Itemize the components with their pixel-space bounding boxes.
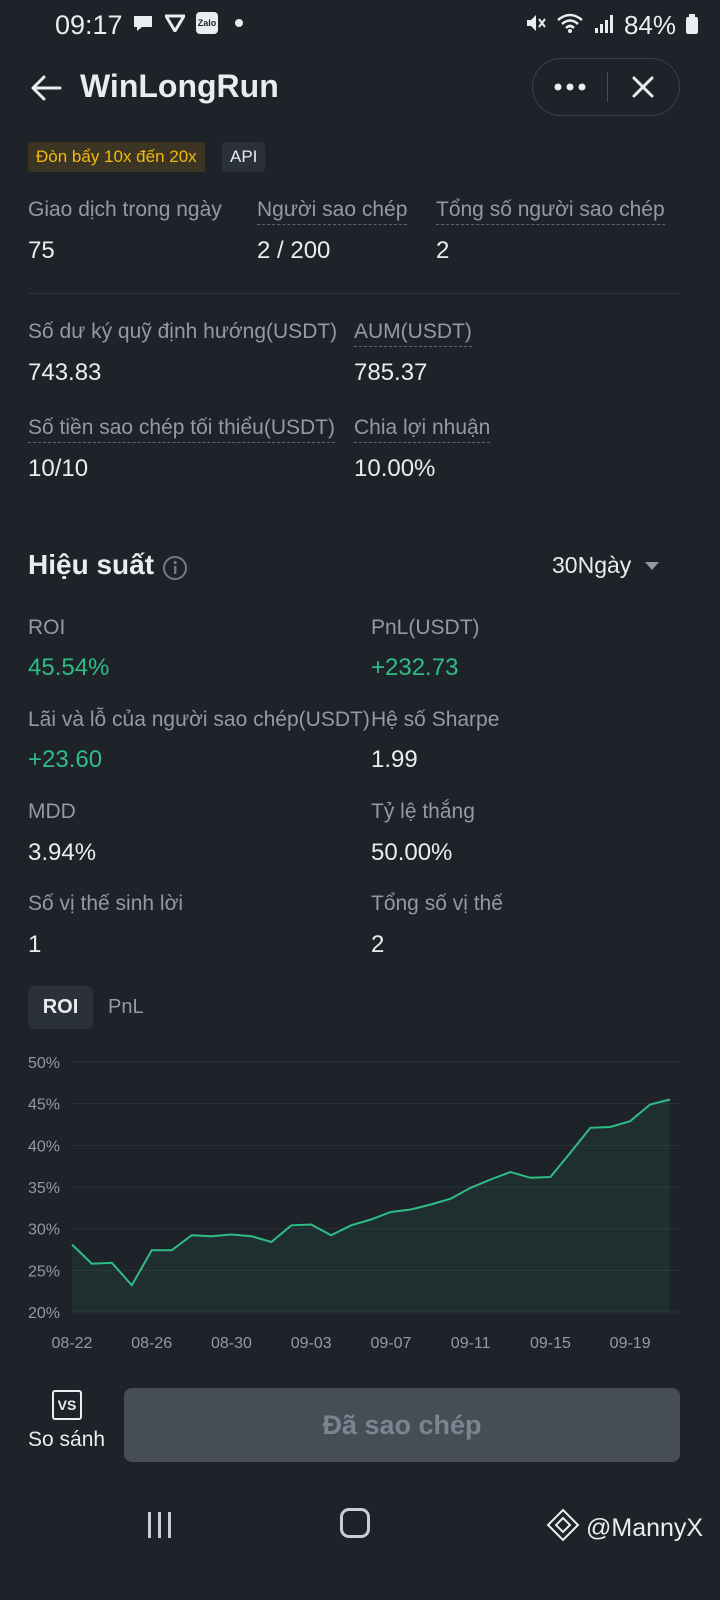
metric-value-win-rate: 50.00%	[371, 839, 453, 866]
tab-roi[interactable]: ROI	[28, 986, 93, 1029]
metric-value-mdd: 3.94%	[28, 839, 97, 866]
status-right: 84%	[524, 10, 698, 41]
stat-value-min-copy: 10/10	[28, 455, 89, 482]
y-tick-label: 30%	[28, 1222, 60, 1239]
stat-label-min-copy[interactable]: Số tiền sao chép tối thiểu(USDT)	[28, 416, 335, 443]
notification-icons: Zalo	[132, 12, 250, 34]
stat-label-copiers[interactable]: Người sao chép	[257, 198, 408, 225]
chevron-down-icon	[645, 561, 660, 570]
chat-icon	[132, 12, 154, 34]
metric-label-roi: ROI	[28, 616, 66, 639]
compare-button[interactable]: VS So sánh	[28, 1390, 108, 1452]
stat-value-daily-trades: 75	[28, 237, 55, 264]
api-badge: API	[222, 142, 266, 172]
y-tick-label: 25%	[28, 1263, 60, 1280]
roi-chart: 20% 25% 30% 35% 40% 45% 50% 08-22 08-26 08-30 09-0…	[28, 1055, 680, 1352]
wifi-icon	[556, 10, 584, 41]
binance-logo-icon	[546, 1508, 580, 1549]
stat-value-copiers: 2 / 200	[257, 237, 331, 264]
page-title: WinLongRun	[80, 68, 279, 104]
x-tick-label: 08-26	[131, 1335, 172, 1352]
x-tick-label: 09-03	[291, 1335, 332, 1352]
vpn-icon	[164, 12, 186, 34]
status-time: 09:17	[55, 10, 123, 40]
dot-icon	[228, 12, 250, 34]
y-tick-label: 35%	[28, 1180, 60, 1197]
metric-label-copier-pnl: Lãi và lỗ của người sao chép(USDT)	[28, 708, 370, 731]
metric-label-win-rate: Tỷ lệ thắng	[371, 800, 475, 823]
y-tick-label: 45%	[28, 1097, 60, 1114]
roi-area	[72, 1099, 670, 1312]
metric-label-total-positions: Tổng số vị thế	[371, 892, 503, 915]
y-tick-label: 20%	[28, 1305, 60, 1322]
x-tick-label: 09-07	[370, 1335, 411, 1352]
stat-value-profit-share: 10.00%	[354, 455, 436, 482]
close-icon[interactable]	[608, 59, 680, 115]
stat-value-total-copiers: 2	[436, 237, 450, 264]
stat-value-margin-balance: 743.83	[28, 359, 102, 386]
stat-value-aum: 785.37	[354, 359, 428, 386]
info-icon[interactable]	[162, 555, 188, 581]
watermark: @MannyX	[546, 1508, 703, 1549]
battery-icon	[686, 10, 698, 41]
x-tick-label: 09-15	[530, 1335, 571, 1352]
metric-value-roi: 45.54%	[28, 654, 110, 681]
mute-icon	[524, 10, 546, 41]
y-tick-label: 40%	[28, 1138, 60, 1155]
stat-label-aum[interactable]: AUM(USDT)	[354, 320, 472, 347]
zalo-icon: Zalo	[196, 12, 218, 34]
metric-value-sharpe: 1.99	[371, 746, 418, 773]
period-value: 30Ngày	[552, 552, 632, 578]
more-icon[interactable]	[533, 59, 607, 115]
divider	[28, 293, 680, 294]
copied-button[interactable]: Đã sao chép	[124, 1388, 680, 1462]
back-arrow-icon[interactable]	[28, 70, 64, 106]
home-icon[interactable]	[340, 1508, 370, 1538]
y-tick-label: 50%	[28, 1055, 60, 1072]
metric-value-profitable-positions: 1	[28, 931, 42, 958]
recents-icon[interactable]	[145, 1510, 175, 1545]
stat-label-profit-share[interactable]: Chia lợi nhuận	[354, 416, 491, 443]
performance-title: Hiệu suất	[28, 549, 155, 580]
metric-label-profitable-positions: Số vị thế sinh lời	[28, 892, 184, 915]
stat-label-daily-trades: Giao dịch trong ngày	[28, 198, 222, 221]
period-select[interactable]: 30Ngày	[552, 552, 660, 579]
metric-value-total-positions: 2	[371, 931, 385, 958]
x-tick-label: 08-22	[52, 1335, 93, 1352]
stat-label-total-copiers[interactable]: Tổng số người sao chép	[436, 198, 665, 225]
header-actions	[532, 58, 680, 116]
x-tick-label: 09-11	[451, 1335, 491, 1352]
metric-label-pnl: PnL(USDT)	[371, 616, 480, 639]
metric-value-pnl: +232.73	[371, 654, 459, 681]
vs-icon: VS	[52, 1390, 82, 1420]
x-tick-label: 09-19	[610, 1335, 651, 1352]
metric-label-mdd: MDD	[28, 800, 76, 823]
compare-label: So sánh	[28, 1428, 106, 1451]
stat-label-margin-balance: Số dư ký quỹ định hướng(USDT)	[28, 320, 338, 343]
signal-icon	[594, 10, 614, 41]
x-tick-label: 08-30	[211, 1335, 252, 1352]
metric-value-copier-pnl: +23.60	[28, 746, 103, 773]
battery-percent: 84%	[623, 10, 676, 40]
tab-pnl[interactable]: PnL	[108, 986, 144, 1029]
watermark-text: @MannyX	[586, 1514, 704, 1542]
leverage-badge: Đòn bẩy 10x đến 20x	[28, 142, 205, 172]
metric-label-sharpe: Hệ số Sharpe	[371, 708, 500, 731]
